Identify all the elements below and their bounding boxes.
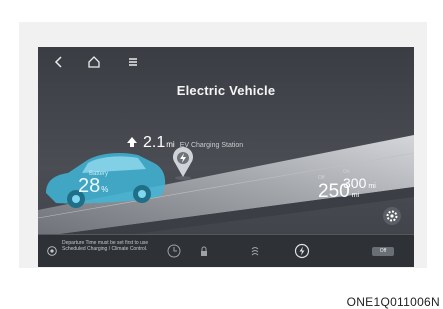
notice-text: Departure Time must be set first to use … (62, 240, 149, 253)
settings-button[interactable] (383, 207, 401, 225)
home-icon[interactable] (87, 55, 101, 69)
image-caption: ONE1Q011006N (346, 295, 440, 309)
range-off-unit: mi (351, 192, 360, 199)
clock-icon[interactable] (166, 243, 182, 259)
charging-icon[interactable] (294, 243, 310, 259)
menu-icon[interactable] (126, 55, 140, 69)
status-pill[interactable]: Off (372, 247, 394, 256)
bottom-bar: Departure Time must be set first to use … (38, 234, 414, 267)
range-off-value: 250 (318, 181, 350, 202)
battery-level: 28% (78, 175, 108, 198)
gear-icon (386, 210, 398, 222)
battery-unit: % (101, 185, 109, 194)
ev-screen: Electric Vehicle 2.1 mi EV Charging Stat… (38, 47, 414, 267)
battery-number: 28 (78, 175, 101, 197)
range-on-unit: mi (368, 183, 376, 190)
page-title: Electric Vehicle (176, 83, 276, 98)
arrow-up-icon (127, 137, 137, 147)
back-icon[interactable] (52, 55, 66, 69)
lock-icon[interactable] (196, 243, 212, 259)
fan-icon[interactable] (247, 243, 263, 259)
info-icon (47, 246, 57, 256)
charging-pin-icon[interactable] (171, 147, 195, 181)
range-climate-off: Off 250 mi (318, 175, 359, 203)
